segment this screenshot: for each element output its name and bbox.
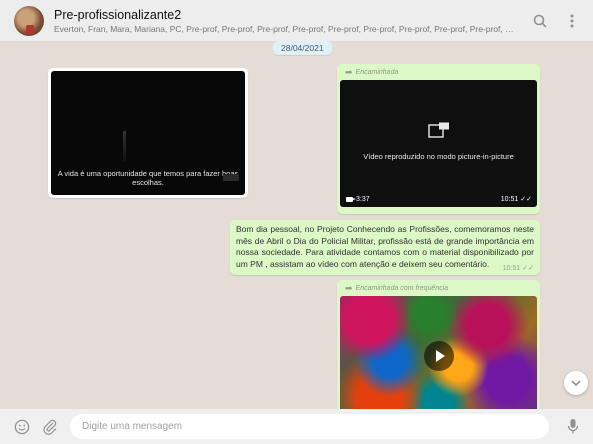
message-time-text: 10:51 (502, 265, 521, 272)
forwarded-text: Encaminhada com frequência (355, 285, 449, 292)
emoji-icon[interactable] (12, 417, 32, 437)
message-list[interactable]: A vida é uma oportunidade que temos para… (0, 42, 593, 409)
chat-header-info[interactable]: Pre-profissionalizante2 Everton, Fran, M… (54, 8, 519, 34)
chat-members: Everton, Fran, Mara, Mariana, PC, Pre-pr… (54, 23, 519, 34)
group-avatar[interactable] (14, 5, 44, 36)
video-duration-text: 3:37 (356, 196, 370, 203)
double-check-icon: ✓✓ (520, 196, 532, 203)
attach-icon[interactable] (40, 417, 60, 437)
picture-in-picture-icon (428, 122, 449, 138)
video-figure (123, 131, 126, 161)
video-duration: 3:37 (346, 196, 370, 203)
forwarded-label: ➦ Encaminhada com frequência (340, 280, 537, 296)
video-subtitle: A vida é uma oportunidade que temos para… (57, 169, 239, 187)
double-check-icon: ✓✓ (522, 265, 534, 272)
message-time: 10:51 ✓✓ (501, 195, 532, 203)
outgoing-text-message[interactable]: Bom dia pessoal, no Projeto Conhecendo a… (230, 220, 540, 275)
outgoing-pip-video-message[interactable]: ➦ Encaminhada Vídeo reproduzido no modo … (337, 64, 540, 214)
forwarded-label: ➦ Encaminhada (340, 64, 537, 80)
search-icon[interactable] (529, 10, 551, 32)
video-watermark (223, 174, 239, 181)
scroll-down-button[interactable] (564, 371, 588, 395)
message-input[interactable] (70, 414, 549, 439)
play-icon[interactable] (424, 341, 454, 371)
message-time-text: 10:51 (500, 196, 519, 203)
chevron-down-icon (571, 380, 581, 386)
message-text: Bom dia pessoal, no Projeto Conhecendo a… (236, 224, 534, 269)
pip-status-text: Vídeo reproduzido no modo picture-in-pic… (363, 152, 514, 161)
menu-icon[interactable] (561, 10, 583, 32)
video-thumbnail[interactable]: A vida é uma oportunidade que temos para… (51, 71, 245, 195)
compose-bar[interactable] (0, 409, 593, 444)
pip-video-player[interactable]: Vídeo reproduzido no modo picture-in-pic… (340, 80, 537, 207)
forwarded-text: Encaminhada (355, 69, 399, 76)
outgoing-forwarded-video-message[interactable]: ➦ Encaminhada com frequência (337, 280, 540, 409)
incoming-video-message[interactable]: A vida é uma oportunidade que temos para… (48, 68, 248, 198)
mic-icon[interactable] (563, 417, 583, 437)
chat-title: Pre-profissionalizante2 (54, 7, 182, 22)
message-time: 10:51 ✓✓ (503, 264, 534, 272)
video-camera-icon (346, 197, 356, 202)
video-thumbnail[interactable] (340, 296, 537, 409)
date-separator: 28/04/2021 (273, 41, 332, 55)
forward-icon: ➦ (345, 283, 353, 293)
forward-icon: ➦ (345, 67, 353, 77)
chat-header[interactable]: Pre-profissionalizante2 Everton, Fran, M… (0, 0, 593, 42)
